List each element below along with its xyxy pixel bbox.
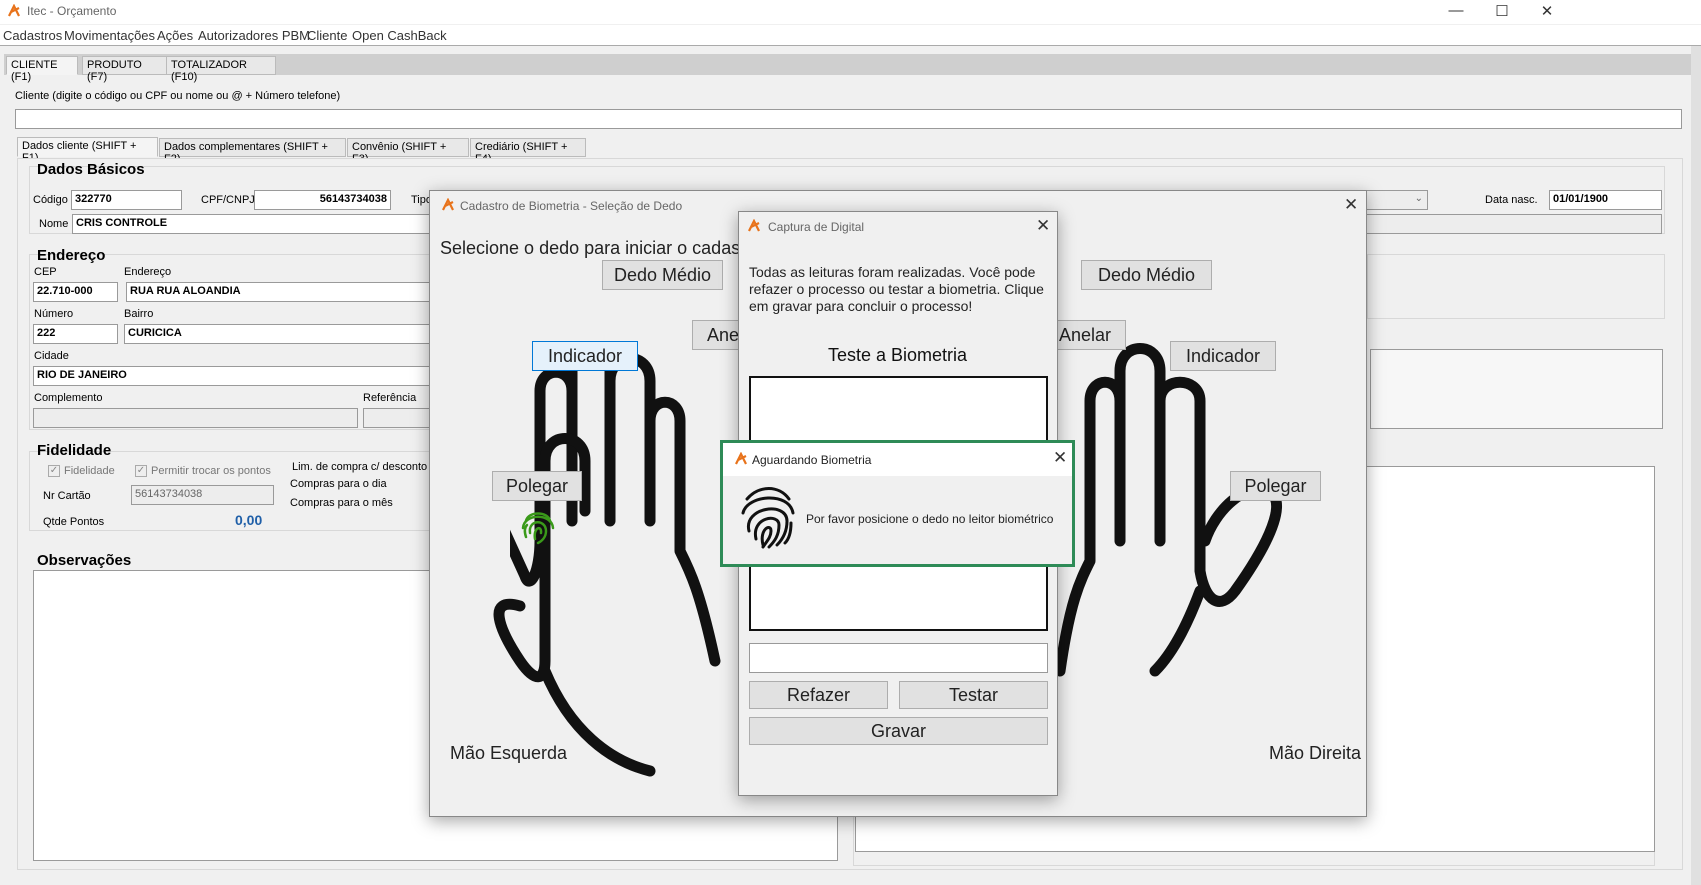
endereco-label: Endereço xyxy=(124,266,172,278)
cpf-field[interactable]: 56143734038 xyxy=(254,190,391,210)
bairro-field[interactable]: CURICICA xyxy=(124,324,436,344)
tab-produto[interactable]: PRODUTO (F7) xyxy=(82,56,168,83)
minimize-button[interactable]: — xyxy=(1439,2,1473,22)
right-info-panel xyxy=(1367,254,1665,319)
menu-cadastros[interactable]: Cadastros xyxy=(3,28,62,43)
window-title: Itec - Orçamento xyxy=(27,4,117,18)
numero-label: Número xyxy=(34,308,74,320)
referencia-label: Referência xyxy=(363,392,417,404)
compras-mes-label: Compras para o mês xyxy=(290,497,393,509)
menu-movimentacoes[interactable]: Movimentações xyxy=(64,28,155,43)
right-notes-box[interactable] xyxy=(1370,349,1663,429)
testar-button[interactable]: Testar xyxy=(899,681,1048,709)
compras-dia-label: Compras para o dia xyxy=(290,478,387,490)
aguardando-dialog-title: Aguardando Biometria xyxy=(752,453,872,467)
endereco-field[interactable]: RUA RUA ALOANDIA xyxy=(126,282,436,302)
pontos-value: 0,00 xyxy=(235,512,263,528)
cartao-label: Nr Cartão xyxy=(43,490,91,502)
left-indicador-button[interactable]: Indicador xyxy=(532,341,638,371)
gravar-button[interactable]: Gravar xyxy=(749,717,1048,745)
permitir-check-label: Permitir trocar os pontos xyxy=(151,465,271,477)
cep-field[interactable]: 22.710-000 xyxy=(33,282,118,302)
left-polegar-button[interactable]: Polegar xyxy=(492,471,582,501)
data-nasc-label: Data nasc. xyxy=(1485,194,1538,206)
tab-totalizador[interactable]: TOTALIZADOR (F10) xyxy=(166,56,276,83)
fingerprint-green-icon xyxy=(521,512,555,545)
close-button[interactable]: ✕ xyxy=(1530,2,1564,22)
app-logo-icon xyxy=(735,452,747,465)
captura-result-field[interactable] xyxy=(749,643,1048,673)
tab-crediario[interactable]: Crediário (SHIFT + F4) xyxy=(470,138,586,165)
numero-field[interactable]: 222 xyxy=(33,324,118,344)
dados-basicos-title: Dados Básicos xyxy=(37,161,145,178)
app-logo-icon xyxy=(748,219,760,232)
right-anelar-button[interactable]: Anelar xyxy=(1048,320,1126,350)
tab-dados-complementares[interactable]: Dados complementares (SHIFT + F2) xyxy=(159,138,346,165)
close-icon[interactable]: ✕ xyxy=(1344,195,1358,215)
refazer-button[interactable]: Refazer xyxy=(749,681,888,709)
cep-label: CEP xyxy=(34,266,57,278)
tab-dados-cliente[interactable]: Dados cliente (SHIFT + F1) xyxy=(17,137,158,164)
teste-biometria-label: Teste a Biometria xyxy=(828,345,968,365)
title-bar: Itec - Orçamento — ☐ ✕ xyxy=(0,0,1701,24)
fidelidade-checkbox[interactable]: ✓ xyxy=(48,465,60,477)
left-dedo-medio-button[interactable]: Dedo Médio xyxy=(602,260,723,290)
data-nasc-field[interactable]: 01/01/1900 xyxy=(1549,190,1662,210)
maximize-button[interactable]: ☐ xyxy=(1485,2,1519,22)
app-logo-icon xyxy=(8,4,20,17)
referencia-field[interactable] xyxy=(363,408,436,428)
codigo-field[interactable]: 322770 xyxy=(71,190,182,210)
biometria-instruction: Selecione o dedo para iniciar o cadastro xyxy=(440,238,762,258)
left-hand-label: Mão Esquerda xyxy=(450,743,568,763)
nome-extension-field[interactable] xyxy=(1360,214,1662,234)
complemento-field[interactable] xyxy=(33,408,358,428)
endereco-title: Endereço xyxy=(37,247,106,264)
biometria-dialog-title: Cadastro de Biometria - Seleção de Dedo xyxy=(460,199,683,213)
codigo-label: Código xyxy=(33,194,68,206)
main-scrollbar[interactable] xyxy=(1691,46,1701,885)
pontos-label: Qtde Pontos xyxy=(43,516,105,528)
bairro-label: Bairro xyxy=(124,308,154,320)
chevron-down-icon: ⌄ xyxy=(1414,193,1423,204)
main-tab-strip: CLIENTE (F1) PRODUTO (F7) TOTALIZADOR (F… xyxy=(4,54,1692,83)
right-polegar-button[interactable]: Polegar xyxy=(1230,471,1321,501)
fingerprint-icon xyxy=(741,487,795,549)
cpf-label: CPF/CNPJ xyxy=(201,194,255,206)
menu-bar: Cadastros Movimentações Ações Autorizado… xyxy=(0,25,1701,46)
fidelidade-check-label: Fidelidade xyxy=(64,465,115,477)
nome-label: Nome xyxy=(39,218,69,230)
menu-open-cashback[interactable]: Open CashBack xyxy=(352,28,447,43)
aguardando-dialog: Aguardando Biometria ✕ Por favor posicio… xyxy=(720,440,1075,567)
cidade-label: Cidade xyxy=(34,350,69,362)
cartao-field[interactable]: 56143734038 xyxy=(131,485,274,505)
cliente-search-input[interactable] xyxy=(15,109,1682,129)
menu-acoes[interactable]: Ações xyxy=(157,28,193,43)
tab-cliente[interactable]: CLIENTE (F1) xyxy=(6,56,78,83)
captura-message: Todas as leituras foram realizadas. Você… xyxy=(749,264,1044,314)
lim-compra-label: Lim. de compra c/ desconto xyxy=(292,461,428,473)
nome-field[interactable]: CRIS CONTROLE xyxy=(72,214,432,234)
right-dedo-medio-button[interactable]: Dedo Médio xyxy=(1081,260,1212,290)
tab-convenio[interactable]: Convênio (SHIFT + F3) xyxy=(347,138,469,165)
close-icon[interactable]: ✕ xyxy=(1053,448,1067,468)
menu-cliente[interactable]: Cliente xyxy=(307,28,347,43)
aguardando-message: Por favor posicione o dedo no leitor bio… xyxy=(806,512,1054,526)
app-logo-icon xyxy=(442,198,454,211)
fidelidade-title: Fidelidade xyxy=(37,442,112,459)
cliente-search-label: Cliente (digite o código ou CPF ou nome … xyxy=(15,90,341,102)
observacoes-title: Observações xyxy=(37,552,132,569)
right-indicador-button[interactable]: Indicador xyxy=(1170,341,1276,371)
tipo-select[interactable]: ⌄ xyxy=(1360,190,1428,210)
complemento-label: Complemento xyxy=(34,392,103,404)
permitir-checkbox[interactable]: ✓ xyxy=(135,465,147,477)
cidade-field[interactable]: RIO DE JANEIRO xyxy=(33,366,436,386)
right-hand-label: Mão Direita xyxy=(1269,743,1362,763)
close-icon[interactable]: ✕ xyxy=(1036,216,1050,236)
menu-autorizadores[interactable]: Autorizadores PBM xyxy=(198,28,310,43)
captura-dialog-title: Captura de Digital xyxy=(768,220,865,234)
